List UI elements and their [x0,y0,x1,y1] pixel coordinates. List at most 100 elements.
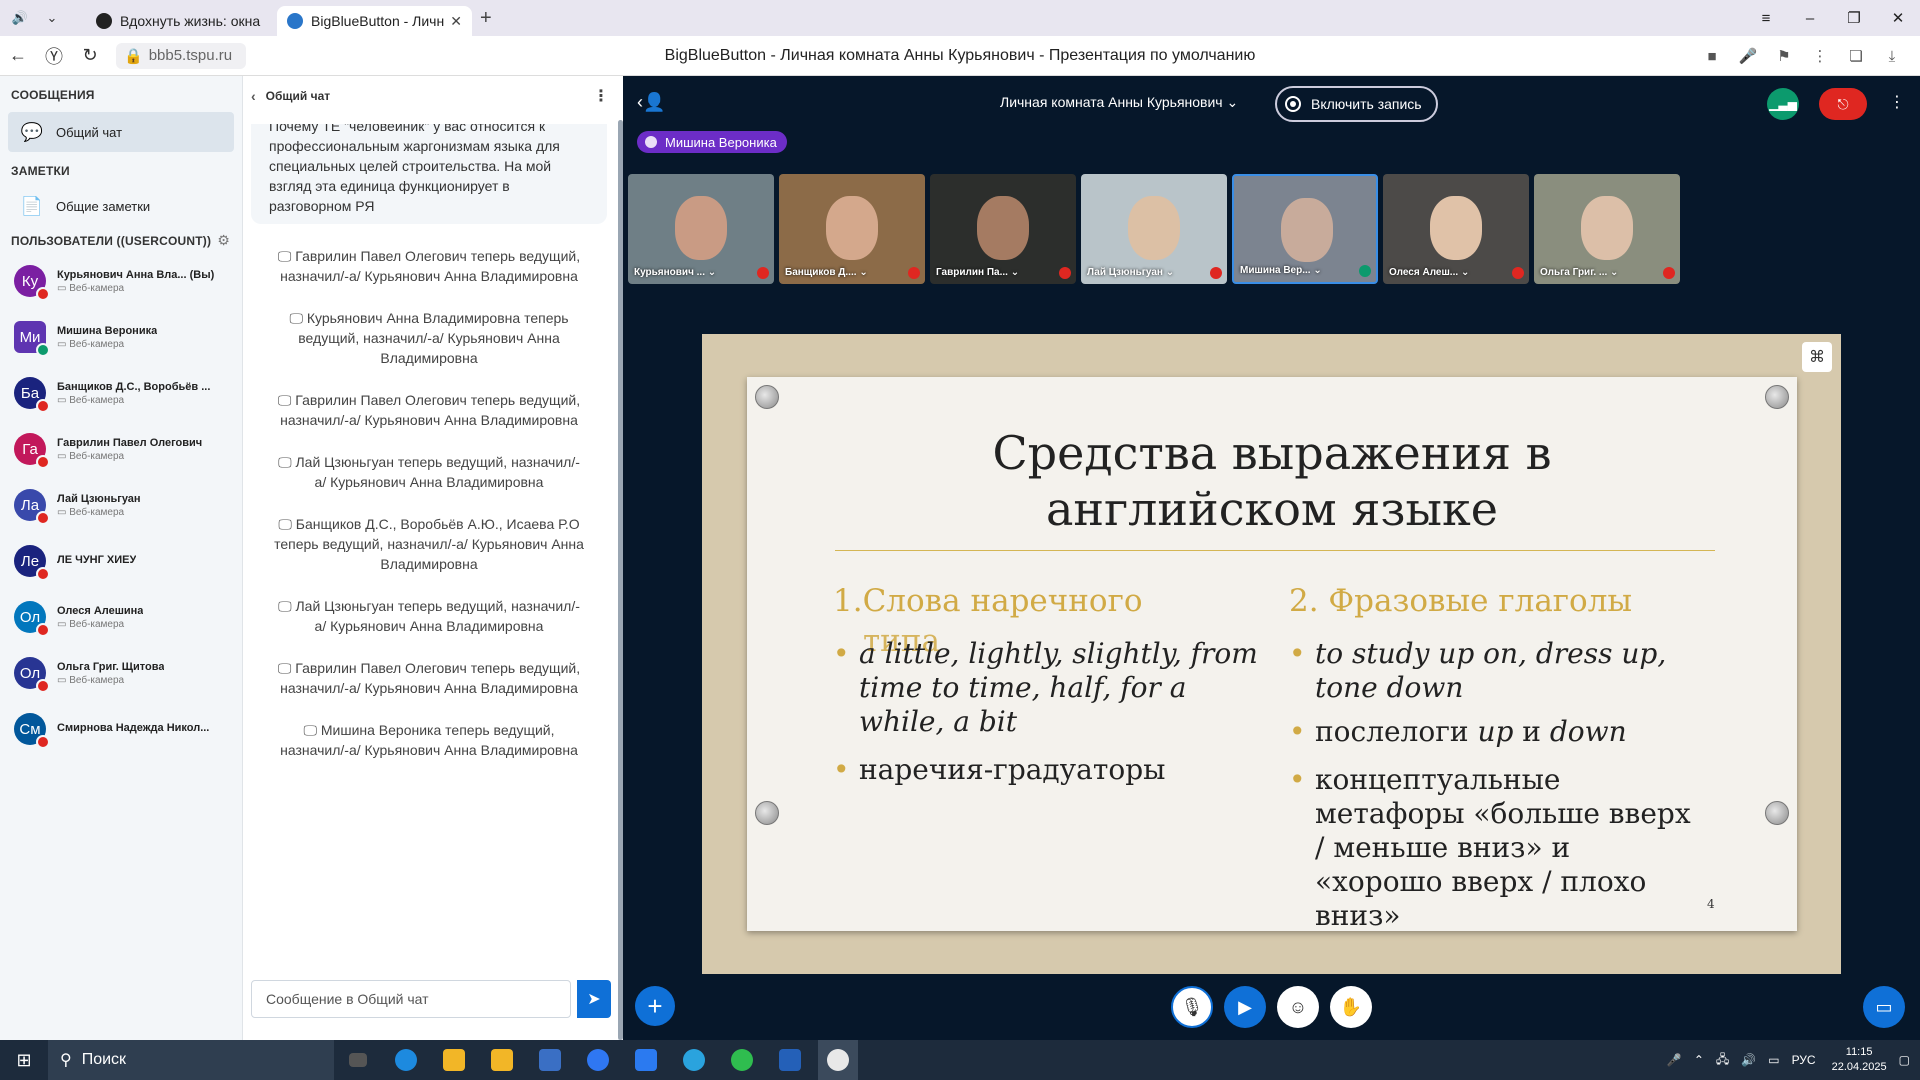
close-window-icon[interactable]: ✕ [1876,9,1920,27]
system-message: 🖵 Лай Цзюньгуан теперь ведущий, назначил… [243,452,615,492]
gear-icon[interactable]: ⚙ [217,232,230,249]
windows-start-icon[interactable]: ⊞ [0,1050,48,1071]
clock[interactable]: 11:15 22.04.2025 [1832,1045,1887,1075]
system-message: 🖵 Мишина Вероника теперь ведущий, назнач… [243,720,615,760]
user-list-item[interactable]: Ол Ольга Григ. Щитова ▭ Веб-камера [0,645,242,701]
user-list-item[interactable]: Ла Лай Цзюньгуан ▭ Веб-камера [0,477,242,533]
collections-icon[interactable]: ❏ [1838,47,1874,65]
chat-header: ‹ Общий чат ⋮ [243,76,623,116]
minimize-icon[interactable]: – [1788,10,1832,27]
mute-button[interactable]: 🎙 [1171,986,1213,1028]
chat-input[interactable]: Сообщение в Общий чат [251,980,571,1018]
chevron-up-icon[interactable]: ⌃ [1694,1053,1704,1067]
avatar-initials: Ку [21,272,39,290]
camera-icon[interactable]: ■ [1694,48,1730,65]
language-indicator[interactable]: РУС [1792,1053,1816,1067]
yandex-icon[interactable]: Ⓨ [36,43,72,69]
bookmark-icon[interactable]: ⚑ [1766,47,1802,65]
browser-tab-1[interactable]: Вдохнуть жизнь: окна зап [86,6,271,36]
chevron-left-icon[interactable]: ‹ [251,88,256,104]
yandex-browser-icon[interactable] [818,1040,858,1080]
volume-icon[interactable]: 🔊 [1741,1053,1756,1067]
zoom-icon[interactable] [578,1040,618,1080]
video-tile[interactable]: Мишина Вер... ⌄ [1232,174,1378,284]
monitor-icon: 🖵 [303,722,321,738]
file-explorer-icon[interactable] [434,1040,474,1080]
user-list-item[interactable]: См Смирнова Надежда Никол... [0,701,242,757]
avatar-initials: Ла [20,496,40,514]
reactions-button[interactable]: ☺ [1277,986,1319,1028]
chevron-down-icon[interactable]: ⌄ [40,6,64,30]
user-list-item[interactable]: Ле ЛЕ ЧУНГ ХИЕУ [0,533,242,589]
download-icon[interactable]: ⤓ [1874,48,1910,65]
browser-tab-2[interactable]: BigBlueButton - Лична ✕ [277,6,472,36]
users-heading-label: ПОЛЬЗОВАТЕЛИ ((USERCOUNT)) [11,233,212,248]
video-tile[interactable]: Гаврилин Па... ⌄ [930,174,1076,284]
video-tile[interactable]: Банщиков Д.... ⌄ [779,174,925,284]
video-tile[interactable]: Олеся Алеш... ⌄ [1383,174,1529,284]
layout-button[interactable]: ▭ [1863,986,1905,1028]
edge-icon[interactable] [386,1040,426,1080]
slide-bullet-text: down [1549,715,1627,748]
restore-icon[interactable]: ❐ [1832,9,1876,27]
pin-icon [755,801,779,825]
video-tile[interactable]: Ольга Григ. ... ⌄ [1534,174,1680,284]
reload-icon[interactable]: ↻ [72,45,108,66]
task-view-icon[interactable] [338,1040,378,1080]
mic-status-icon [1512,267,1524,279]
video-tile[interactable]: Лай Цзюньгуан ⌄ [1081,174,1227,284]
network-icon[interactable]: 🖧 [1716,1050,1729,1071]
messages-heading: СООБЩЕНИЯ [11,88,95,102]
mail-icon[interactable] [530,1040,570,1080]
more-options-icon[interactable]: ⋮ [593,86,609,106]
monitor-icon: 🖵 [277,248,296,264]
record-button[interactable]: Включить запись [1275,86,1438,122]
chat-message: Почему ТЕ "человейник" у вас относится к… [251,124,607,224]
taskbar-search[interactable]: ⚲ Поиск [48,1040,334,1080]
user-list-item[interactable]: Ба Банщиков Д.С., Воробьёв ... ▭ Веб-камер… [0,365,242,421]
whatsapp-icon[interactable] [722,1040,762,1080]
toggle-users-icon[interactable]: ‹👤 [637,92,665,113]
user-list-item[interactable]: Ку Курьянович Анна Вла... (Вы) ▭ Веб-камер… [0,253,242,309]
talking-indicator: Мишина Вероника [637,131,787,153]
microphone-icon[interactable]: 🎤 [1667,1053,1682,1067]
chat-message-list[interactable]: Почему ТЕ "человейник" у вас относится к… [243,124,615,966]
options-icon[interactable]: ⋮ [1889,92,1905,112]
raise-hand-button[interactable]: ✋ [1330,986,1372,1028]
battery-icon[interactable]: ▭ [1768,1053,1779,1067]
slide-bullet-text: to study up on, dress up, tone down [1315,637,1667,704]
vk-icon[interactable] [626,1040,666,1080]
word-icon[interactable] [770,1040,810,1080]
system-message: 🖵 Гаврилин Павел Олегович теперь ведущий… [243,390,615,430]
user-list-item[interactable]: Ол Олеся Алешина ▭ Веб-камера [0,589,242,645]
url-field[interactable]: 🔒 bbb5.tspu.ru [116,42,246,69]
notifications-icon[interactable]: ▢ [1899,1053,1910,1067]
connection-status-icon[interactable]: ▁▃▅ [1767,88,1799,120]
actions-button[interactable]: + [635,986,675,1026]
new-tab-icon[interactable]: + [480,7,492,30]
video-tile[interactable]: Курьянович ... ⌄ [628,174,774,284]
camera-button[interactable]: ▶ [1224,986,1266,1028]
system-message: 🖵 Гаврилин Павел Олегович теперь ведущий… [243,246,615,286]
user-status: ▭ Веб-камера [57,450,125,462]
video-tile-name-text: Банщиков Д.... [785,267,857,278]
pin-icon [1765,801,1789,825]
close-tab-icon[interactable]: ✕ [450,13,462,30]
room-title[interactable]: Личная комната Анны Курьянович ⌄ [1000,94,1238,111]
chevron-down-icon: ⌄ [1313,265,1322,276]
back-icon[interactable]: ← [0,45,36,66]
user-list-item[interactable]: Га Гаврилин Павел Олегович ▭ Веб-камера [0,421,242,477]
sidebar-item-public-chat[interactable]: 💬 Общий чат [8,112,234,152]
mail-app-icon[interactable] [482,1040,522,1080]
microphone-icon[interactable]: 🎤 [1730,47,1766,65]
menu-icon[interactable]: ≡ [1744,10,1788,27]
more-icon[interactable]: ⋮ [1802,47,1838,65]
mic-status-icon [1359,265,1371,277]
telegram-icon[interactable] [674,1040,714,1080]
presentation-menu-icon[interactable]: ⌘ [1802,342,1832,372]
sidebar-item-shared-notes[interactable]: 📄 Общие заметки [8,186,234,226]
leave-button[interactable]: ⎋ [1819,88,1867,120]
user-list-item[interactable]: Ми Мишина Вероника ▭ Веб-камера [0,309,242,365]
speaker-icon[interactable]: 🔊 [8,6,32,30]
send-button[interactable]: ➤ [577,980,611,1018]
